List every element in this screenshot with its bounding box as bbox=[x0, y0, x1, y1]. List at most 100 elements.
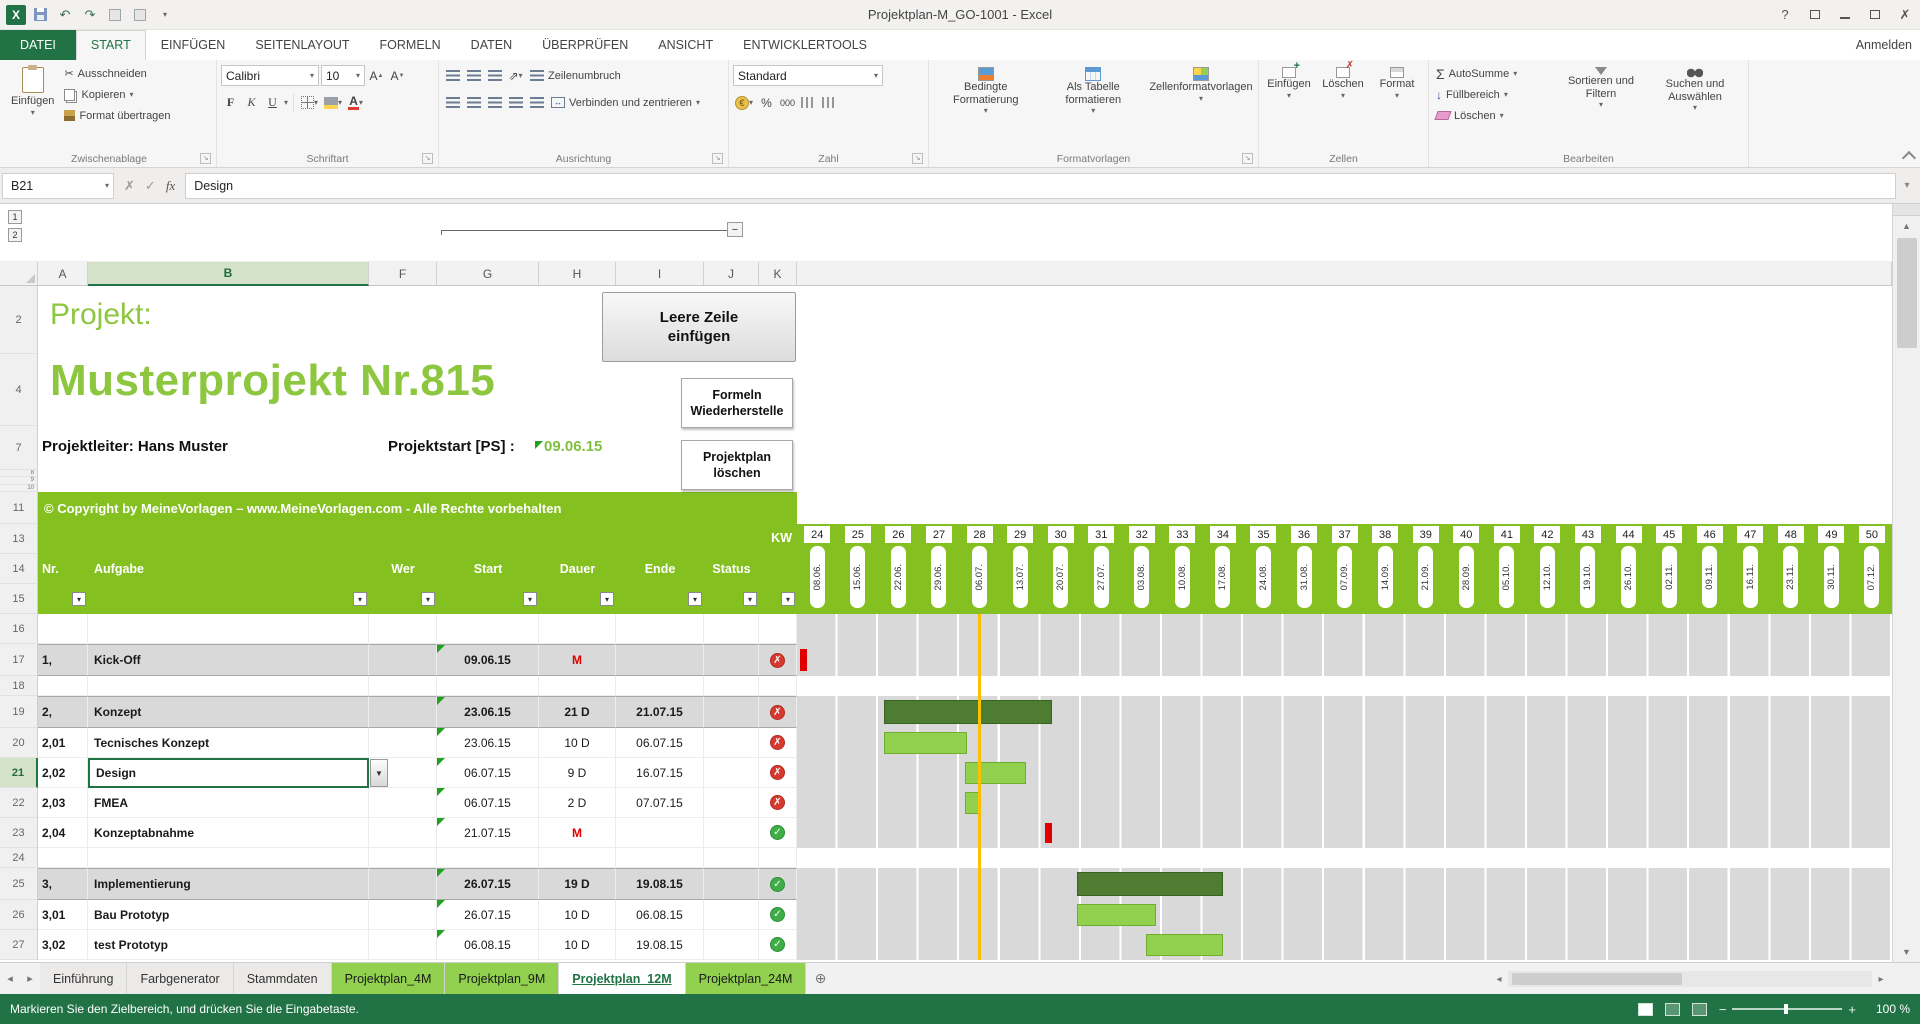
minimize-button[interactable] bbox=[1830, 2, 1860, 28]
sheet-tab-stammdaten[interactable]: Stammdaten bbox=[234, 963, 332, 994]
format-painter-button[interactable]: Format übertragen bbox=[61, 105, 173, 126]
number-format-select[interactable]: Standard▾ bbox=[733, 65, 883, 86]
cell-status-icon[interactable] bbox=[759, 614, 797, 644]
new-sheet-button[interactable]: ⊕ bbox=[806, 963, 834, 994]
zoom-level[interactable]: 100 % bbox=[1868, 1002, 1910, 1016]
ribbon-display-options-button[interactable] bbox=[1800, 2, 1830, 28]
font-name-select[interactable]: Calibri▾ bbox=[221, 65, 319, 86]
cell-nr[interactable]: 2,03 bbox=[38, 788, 88, 818]
cell-status[interactable] bbox=[704, 644, 759, 676]
normal-view-button[interactable] bbox=[1638, 1003, 1653, 1016]
dialog-launcher-icon[interactable]: ↘ bbox=[200, 153, 211, 164]
vertical-scroll-thumb[interactable] bbox=[1897, 238, 1917, 348]
restore-formulas-button[interactable]: Formeln Wiederherstelle bbox=[681, 378, 793, 428]
cell-nr[interactable]: 2, bbox=[38, 696, 88, 728]
delete-cells-button[interactable]: Löschen▾ bbox=[1317, 63, 1369, 147]
cell-wer[interactable] bbox=[369, 900, 437, 930]
collapse-columns-button[interactable]: − bbox=[727, 222, 743, 237]
column-header-g[interactable]: G bbox=[437, 262, 539, 286]
scrollbar-split-handle[interactable] bbox=[1893, 204, 1920, 216]
cell-dauer[interactable]: 10 D bbox=[539, 728, 616, 758]
font-size-select[interactable]: 10▾ bbox=[321, 65, 365, 86]
row-header-18[interactable]: 18 bbox=[0, 676, 38, 696]
outline-level-2-button[interactable]: 2 bbox=[8, 228, 22, 242]
gantt-column-headers[interactable] bbox=[797, 262, 1892, 286]
project-start-value[interactable]: 09.06.15 bbox=[544, 438, 602, 455]
cell-wer[interactable] bbox=[369, 614, 437, 644]
maximize-button[interactable] bbox=[1860, 2, 1890, 28]
cell-task[interactable]: Konzept bbox=[88, 696, 369, 728]
filter-button-ende[interactable]: ▾ bbox=[688, 592, 702, 606]
align-left-button[interactable] bbox=[443, 93, 462, 113]
column-header-k[interactable]: K bbox=[759, 262, 797, 286]
cell-status[interactable] bbox=[704, 614, 759, 644]
column-header-h[interactable]: H bbox=[539, 262, 616, 286]
cell-ende[interactable] bbox=[616, 818, 704, 848]
align-right-button[interactable] bbox=[485, 93, 504, 113]
dialog-launcher-icon[interactable]: ↘ bbox=[712, 153, 723, 164]
cell-dauer[interactable]: 21 D bbox=[539, 696, 616, 728]
cell-start[interactable] bbox=[437, 676, 539, 696]
cell-status[interactable] bbox=[704, 696, 759, 728]
confirm-entry-button[interactable]: ✓ bbox=[145, 178, 156, 194]
cell-status[interactable] bbox=[704, 848, 759, 868]
shrink-font-button[interactable]: A▼ bbox=[388, 66, 407, 86]
cell-status-icon[interactable]: ✗ bbox=[759, 728, 797, 758]
sort-filter-button[interactable]: Sortieren und Filtern▾ bbox=[1555, 63, 1647, 147]
cell-start[interactable]: 06.08.15 bbox=[437, 930, 539, 960]
cell-task[interactable]: FMEA bbox=[88, 788, 369, 818]
cell-nr[interactable]: 3, bbox=[38, 868, 88, 900]
cell-ende[interactable] bbox=[616, 644, 704, 676]
cell-status-icon[interactable]: ✗ bbox=[759, 758, 797, 788]
tab-daten[interactable]: DATEN bbox=[456, 30, 527, 60]
sheet-tab-projektplan-12m[interactable]: Projektplan_12M bbox=[559, 963, 685, 994]
page-layout-view-button[interactable] bbox=[1665, 1003, 1680, 1016]
cell-wer[interactable] bbox=[369, 644, 437, 676]
row-header-27[interactable]: 27 bbox=[0, 930, 38, 960]
align-middle-button[interactable] bbox=[464, 66, 483, 86]
row-header-22[interactable]: 22 bbox=[0, 788, 38, 818]
undo-button[interactable]: ↶ bbox=[54, 4, 76, 26]
column-header-a[interactable]: A bbox=[38, 262, 88, 286]
cell-ende[interactable]: 06.08.15 bbox=[616, 900, 704, 930]
row-header-13[interactable]: 13 bbox=[0, 524, 38, 554]
cut-button[interactable]: ✂Ausschneiden bbox=[61, 63, 173, 84]
tab-formeln[interactable]: FORMELN bbox=[365, 30, 456, 60]
dialog-launcher-icon[interactable]: ↘ bbox=[912, 153, 923, 164]
scroll-up-button[interactable]: ▲ bbox=[1893, 216, 1920, 236]
cell-status-icon[interactable]: ✗ bbox=[759, 696, 797, 728]
decrease-indent-button[interactable] bbox=[506, 93, 525, 113]
dialog-launcher-icon[interactable]: ↘ bbox=[422, 153, 433, 164]
outline-level-1-button[interactable]: 1 bbox=[8, 210, 22, 224]
scroll-right-button[interactable]: ▸ bbox=[1872, 974, 1890, 985]
cell-status-icon[interactable] bbox=[759, 676, 797, 696]
currency-format-button[interactable]: €▾ bbox=[733, 93, 755, 113]
fill-button[interactable]: ↓Füllbereich▾ bbox=[1433, 84, 1553, 105]
cell-dauer[interactable] bbox=[539, 676, 616, 696]
cell-nr[interactable]: 3,02 bbox=[38, 930, 88, 960]
cell-status[interactable] bbox=[704, 728, 759, 758]
cell-dauer[interactable]: 10 D bbox=[539, 930, 616, 960]
tab-start[interactable]: START bbox=[76, 30, 146, 60]
cell-task[interactable] bbox=[88, 848, 369, 868]
sheet-tab-projektplan-4m[interactable]: Projektplan_4M bbox=[332, 963, 446, 994]
filter-button-dauer[interactable]: ▾ bbox=[600, 592, 614, 606]
conditional-formatting-button[interactable]: Bedingte Formatierung▾ bbox=[933, 63, 1039, 147]
vertical-scrollbar[interactable]: ▲ ▼ bbox=[1892, 204, 1920, 962]
row-header-10[interactable]: 10 bbox=[0, 485, 37, 492]
align-bottom-button[interactable] bbox=[485, 66, 504, 86]
column-header-b[interactable]: B bbox=[88, 262, 369, 286]
cell-start[interactable] bbox=[437, 848, 539, 868]
save-button[interactable] bbox=[29, 4, 51, 26]
autosum-button[interactable]: ΣAutoSumme▾ bbox=[1433, 63, 1553, 84]
italic-button[interactable]: K bbox=[242, 93, 261, 113]
cell-nr[interactable]: 3,01 bbox=[38, 900, 88, 930]
sheet-tab-projektplan-9m[interactable]: Projektplan_9M bbox=[445, 963, 559, 994]
cell-dauer[interactable]: M bbox=[539, 644, 616, 676]
sheet-nav-left-button[interactable]: ◂ bbox=[0, 963, 20, 994]
filter-button-aufgabe[interactable]: ▾ bbox=[353, 592, 367, 606]
insert-function-button[interactable]: fx bbox=[166, 178, 175, 194]
row-header-2[interactable]: 2 bbox=[0, 286, 38, 354]
cell-task[interactable]: test Prototyp bbox=[88, 930, 369, 960]
sheet-tab-einf-hrung[interactable]: Einführung bbox=[40, 963, 127, 994]
